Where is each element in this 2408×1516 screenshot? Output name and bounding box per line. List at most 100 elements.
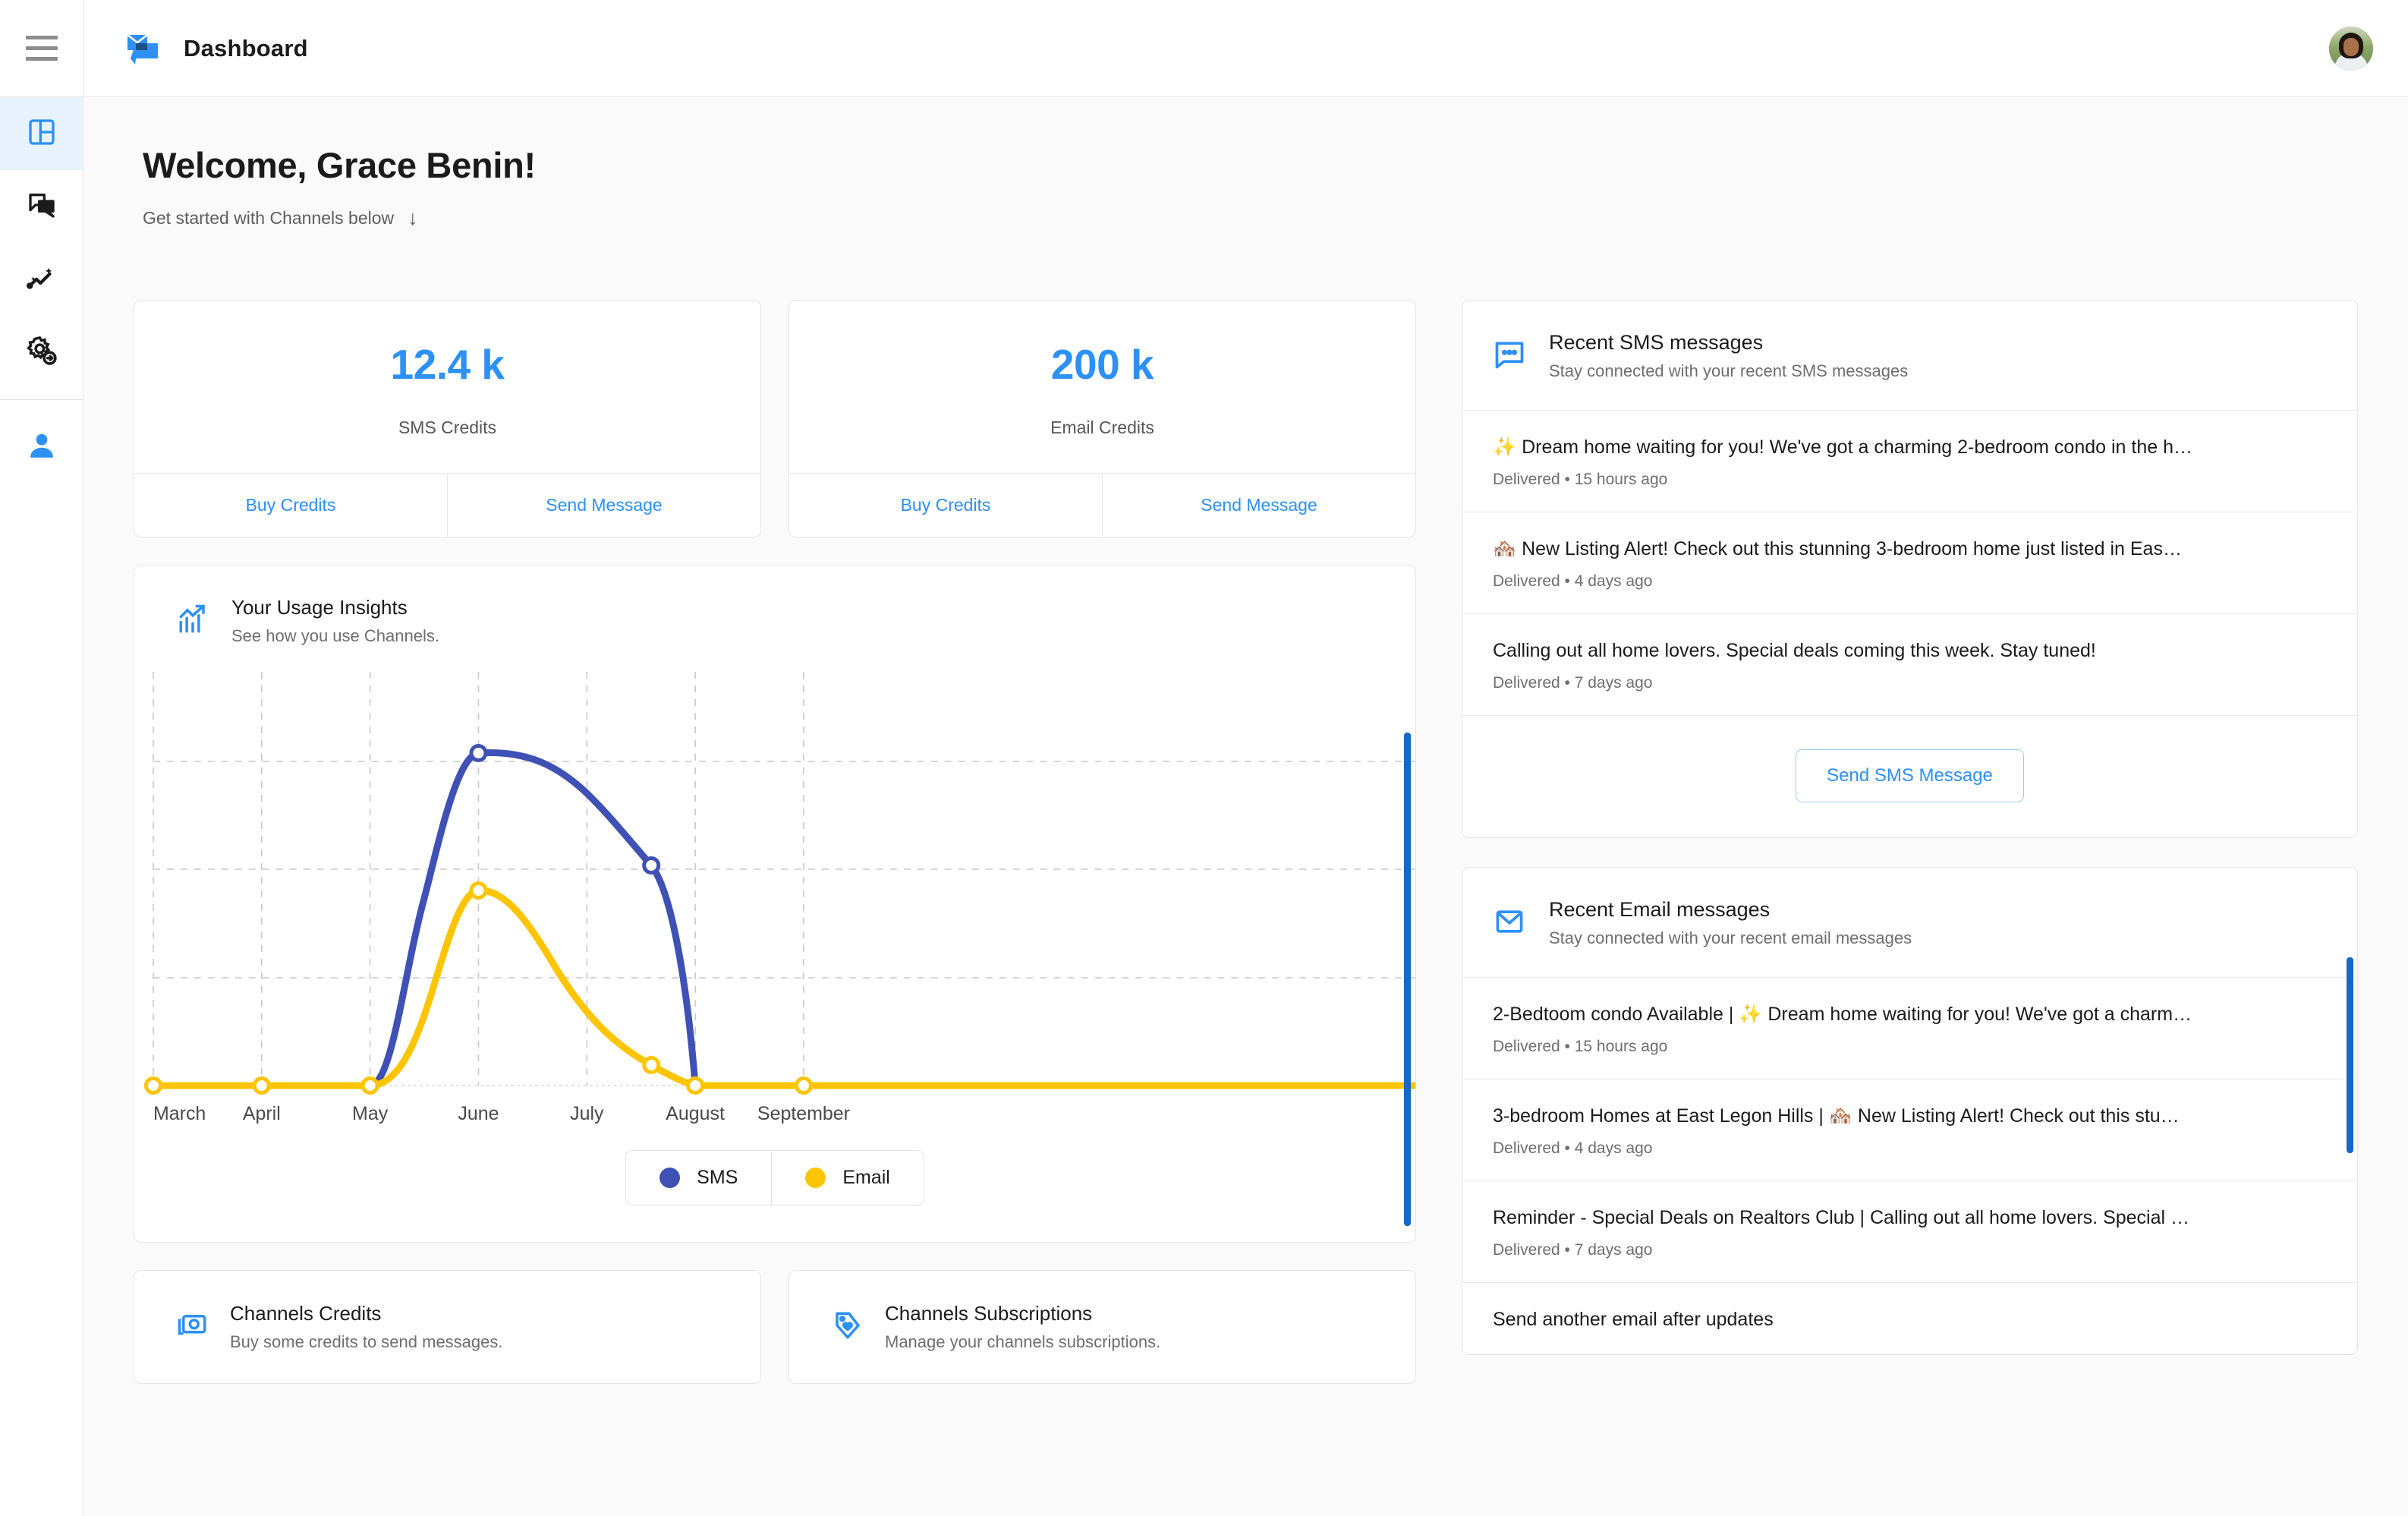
legend-item-sms[interactable]: SMS — [626, 1151, 771, 1205]
chart-horizontal-scrollbar[interactable] — [1404, 733, 1411, 1226]
email-message-row[interactable]: 3-bedroom Homes at East Legon Hills | 🏘️… — [1462, 1079, 2357, 1181]
analytics-sparkle-icon — [26, 262, 58, 298]
channels-subscriptions-text: Channels Subscriptions Manage your chann… — [885, 1302, 1160, 1352]
sidebar-item-insights[interactable] — [0, 243, 83, 316]
chart-markers-sms — [469, 744, 661, 875]
top-bar: Dashboard — [0, 0, 2408, 97]
legend-label-email: Email — [842, 1167, 890, 1188]
legend-item-email[interactable]: Email — [771, 1151, 924, 1205]
usage-insights-subtitle: See how you use Channels. — [231, 626, 439, 645]
email-message-row[interactable]: Send another email after updates — [1462, 1283, 2357, 1354]
email-message-text: 3-bedroom Homes at East Legon Hills | 🏘️… — [1493, 1105, 2180, 1127]
sms-buy-credits-button[interactable]: Buy Credits — [134, 474, 447, 537]
sms-credits-footer: Buy Credits Send Message — [134, 473, 760, 537]
arrow-down-icon: ↓ — [408, 206, 418, 229]
chart-line-sms — [150, 749, 1415, 1089]
recent-email-title: Recent Email messages — [1549, 898, 1771, 921]
avatar[interactable] — [2329, 26, 2373, 71]
credits-row: 12.4 k SMS Credits Buy Credits Send Mess… — [134, 300, 1416, 537]
recent-email-header: Recent Email messages Stay connected wit… — [1462, 868, 2357, 978]
recent-sms-panel: Recent SMS messages Stay connected with … — [1462, 300, 2358, 838]
email-credits-body: 200 k Email Credits — [789, 301, 1415, 473]
subtitle-text: Get started with Channels below — [143, 208, 395, 228]
user-profile-icon — [26, 430, 58, 465]
dashboard-app: Dashboard Welcome, Grace Benin! Get star… — [0, 0, 2408, 1516]
sidebar-item-dashboard[interactable] — [0, 97, 83, 170]
email-message-row[interactable]: Reminder - Special Deals on Realtors Clu… — [1462, 1181, 2357, 1283]
usage-insights-card: Your Usage Insights See how you use Chan… — [134, 565, 1416, 1243]
send-sms-message-button[interactable]: Send SMS Message — [1796, 749, 2024, 802]
sidebar-item-profile[interactable] — [0, 411, 83, 484]
chart-line-email — [150, 887, 1415, 1089]
usage-insights-title-block: Your Usage Insights See how you use Chan… — [231, 596, 439, 646]
bottom-cards-row: Channels Credits Buy some credits to sen… — [134, 1270, 1416, 1384]
sms-message-meta: Delivered • 4 days ago — [1493, 572, 1653, 590]
email-message-meta: Delivered • 15 hours ago — [1493, 1038, 1668, 1055]
sidebar-item-messages[interactable] — [0, 170, 83, 243]
x-tick-0: March — [153, 1103, 206, 1124]
email-buy-credits-button[interactable]: Buy Credits — [789, 474, 1102, 537]
sms-message-text: Calling out all home lovers. Special dea… — [1493, 640, 2096, 661]
legend-dot-email — [805, 1168, 826, 1188]
chart-legend-pill: SMS Email — [625, 1150, 924, 1206]
sms-message-row[interactable]: ✨ Dream home waiting for you! We've got … — [1462, 411, 2357, 512]
email-credits-card: 200 k Email Credits Buy Credits Send Mes… — [789, 300, 1416, 537]
email-envelope-icon — [1493, 905, 1526, 942]
x-tick-4: July — [570, 1103, 604, 1124]
email-message-text: 2-Bedtoom condo Available | ✨ Dream home… — [1493, 1004, 2192, 1025]
x-tick-3: June — [458, 1103, 499, 1124]
email-message-row[interactable]: 2-Bedtoom condo Available | ✨ Dream home… — [1462, 978, 2357, 1079]
price-tag-icon — [832, 1310, 864, 1345]
sms-send-message-button[interactable]: Send Message — [447, 474, 760, 537]
legend-label-sms: SMS — [697, 1167, 738, 1188]
email-credits-value: 200 k — [1050, 341, 1154, 388]
welcome-heading: Welcome, Grace Benin! — [143, 145, 536, 185]
subtitle-row: Get started with Channels below ↓ — [143, 206, 2358, 230]
right-column: Recent SMS messages Stay connected with … — [1462, 300, 2358, 1355]
sms-credits-card: 12.4 k SMS Credits Buy Credits Send Mess… — [134, 300, 761, 537]
chart-horizontal-gridlines — [153, 761, 1415, 979]
left-column: 12.4 k SMS Credits Buy Credits Send Mess… — [134, 300, 1416, 1384]
channels-credits-subtitle: Buy some credits to send messages. — [230, 1332, 503, 1351]
recent-email-panel: Recent Email messages Stay connected wit… — [1462, 867, 2358, 1355]
email-send-message-button[interactable]: Send Message — [1102, 474, 1415, 537]
recent-sms-subtitle: Stay connected with your recent SMS mess… — [1549, 361, 1909, 380]
recent-email-subtitle: Stay connected with your recent email me… — [1549, 928, 1912, 947]
cash-credits-icon — [177, 1310, 209, 1345]
sms-message-meta: Delivered • 7 days ago — [1493, 674, 1653, 692]
channels-subscriptions-card[interactable]: Channels Subscriptions Manage your chann… — [789, 1270, 1416, 1384]
sidebar-item-settings[interactable] — [0, 316, 83, 389]
recent-sms-header: Recent SMS messages Stay connected with … — [1462, 301, 2357, 411]
sidebar — [0, 97, 83, 1516]
email-message-meta: Delivered • 4 days ago — [1493, 1139, 1653, 1157]
email-panel-scrollbar[interactable] — [2347, 957, 2353, 1153]
email-message-text: Reminder - Special Deals on Realtors Clu… — [1493, 1207, 2190, 1228]
email-credits-footer: Buy Credits Send Message — [789, 473, 1415, 537]
sms-message-text: ✨ Dream home waiting for you! We've got … — [1493, 437, 2192, 458]
email-message-meta: Delivered • 7 days ago — [1493, 1241, 1653, 1259]
sms-message-row[interactable]: Calling out all home lovers. Special dea… — [1462, 614, 2357, 716]
recent-email-title-block: Recent Email messages Stay connected wit… — [1549, 898, 1912, 948]
sms-message-row[interactable]: 🏘️ New Listing Alert! Check out this stu… — [1462, 512, 2357, 614]
sms-message-meta: Delivered • 15 hours ago — [1493, 471, 1668, 488]
main-content: Welcome, Grace Benin! Get started with C… — [83, 97, 2408, 1516]
gear-arrow-icon — [26, 335, 58, 370]
recent-sms-title: Recent SMS messages — [1549, 331, 1764, 354]
chart-vertical-gridlines — [153, 672, 804, 1086]
channels-subscriptions-title: Channels Subscriptions — [885, 1302, 1093, 1325]
sms-chat-icon — [1493, 338, 1526, 375]
sidebar-divider — [0, 399, 83, 400]
email-message-text: Send another email after updates — [1493, 1309, 1774, 1330]
channels-envelope-chat-logo-icon — [124, 30, 161, 67]
usage-chart[interactable]: March April May June July August Septemb… — [134, 672, 1415, 1226]
channels-credits-card[interactable]: Channels Credits Buy some credits to sen… — [134, 1270, 761, 1384]
x-tick-5: August — [666, 1103, 725, 1124]
sms-message-text: 🏘️ New Listing Alert! Check out this stu… — [1493, 538, 2182, 559]
hamburger-menu-icon[interactable] — [0, 36, 83, 61]
chart-legend: SMS Email — [134, 1136, 1415, 1242]
dashboard-layout-icon — [27, 117, 57, 151]
page-title: Dashboard — [184, 34, 308, 61]
chart-x-axis-labels: March April May June July August Septemb… — [153, 1103, 850, 1124]
bar-chart-trend-icon — [177, 604, 209, 639]
x-tick-6: September — [757, 1103, 850, 1124]
